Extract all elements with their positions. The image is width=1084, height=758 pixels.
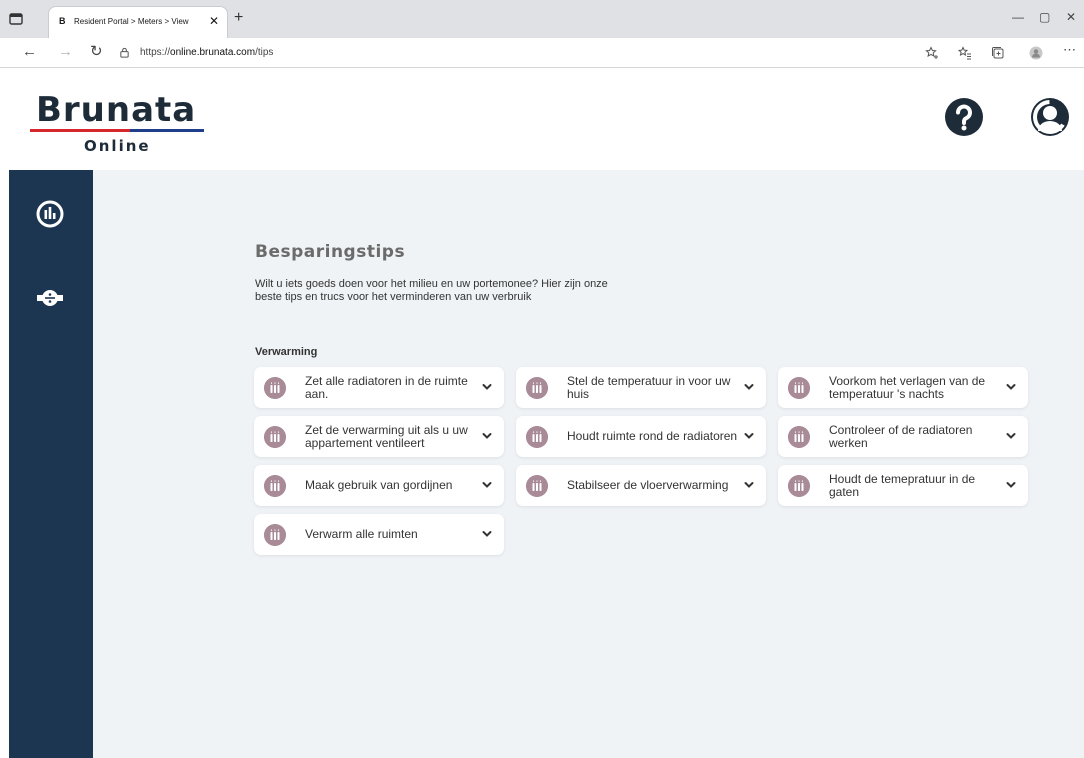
radiator-icon <box>264 377 286 399</box>
radiator-icon <box>788 426 810 448</box>
radiator-icon <box>788 475 810 497</box>
sidebar <box>9 170 93 758</box>
tip-card[interactable]: Maak gebruik van gordijnen <box>254 465 504 506</box>
profile-icon[interactable] <box>1029 46 1043 60</box>
logo-underline-red <box>30 129 130 132</box>
tip-label: Zet de verwarming uit als u uw apparteme… <box>305 422 468 450</box>
tip-card[interactable]: Verwarm alle ruimten <box>254 514 504 555</box>
chevron-down-icon[interactable] <box>1006 432 1016 440</box>
collections-icon[interactable] <box>991 46 1005 60</box>
logo-subtext: Online <box>84 137 151 155</box>
chevron-down-icon[interactable] <box>482 530 492 538</box>
tip-card[interactable]: Stel de temperatuur in voor uw huis <box>516 367 766 408</box>
chevron-down-icon[interactable] <box>744 481 754 489</box>
tip-label: Houdt ruimte rond de radiatoren <box>567 429 738 443</box>
tip-label: Stabilseer de vloerverwarming <box>567 478 729 492</box>
tip-label: Voorkom het verlagen van de temperatuur … <box>829 373 986 401</box>
back-icon[interactable]: ← <box>22 44 37 60</box>
chevron-down-icon[interactable] <box>744 383 754 391</box>
address-bar: ← → ↻ https://online.brunata.com/tips ⋯ <box>0 38 1084 68</box>
page-title: Besparingstips <box>255 242 406 262</box>
refresh-icon[interactable]: ↻ <box>90 44 103 60</box>
radiator-icon <box>788 377 810 399</box>
tab-actions-icon[interactable] <box>8 11 24 27</box>
radiator-icon <box>526 426 548 448</box>
tab-title: Resident Portal > Meters > View <box>74 17 189 26</box>
favicon-icon: B <box>59 16 66 26</box>
close-tab-icon[interactable]: ✕ <box>209 14 219 28</box>
minimize-icon[interactable]: — <box>1012 10 1024 24</box>
tip-card[interactable]: Zet alle radiatoren in de ruimte aan. <box>254 367 504 408</box>
tip-label: Controleer of de radiatoren werken <box>829 422 973 450</box>
chevron-down-icon[interactable] <box>1006 383 1016 391</box>
meter-icon[interactable] <box>32 280 68 316</box>
chevron-down-icon[interactable] <box>482 481 492 489</box>
tip-label: Zet alle radiatoren in de ruimte aan. <box>305 373 468 401</box>
chevron-down-icon[interactable] <box>744 432 754 440</box>
help-icon[interactable] <box>944 97 984 137</box>
browser-tab-bar: B Resident Portal > Meters > View ✕ + — … <box>0 0 1084 38</box>
close-window-icon[interactable]: ✕ <box>1066 10 1076 24</box>
radiator-icon <box>526 377 548 399</box>
favorite-add-icon[interactable] <box>925 46 939 60</box>
tip-card[interactable]: Zet de verwarming uit als u uw apparteme… <box>254 416 504 457</box>
tip-card[interactable]: Voorkom het verlagen van de temperatuur … <box>778 367 1028 408</box>
tip-card[interactable]: Houdt de temepratuur in de gaten <box>778 465 1028 506</box>
tip-card[interactable]: Houdt ruimte rond de radiatoren <box>516 416 766 457</box>
logo-underline-blue <box>130 129 204 132</box>
new-tab-icon[interactable]: + <box>234 10 243 26</box>
more-icon[interactable]: ⋯ <box>1063 42 1076 58</box>
favorites-icon[interactable] <box>958 46 972 60</box>
url-prefix: https:// <box>140 47 171 58</box>
account-icon[interactable] <box>1030 97 1070 137</box>
section-heading: Verwarming <box>255 346 318 358</box>
tip-card[interactable]: Controleer of de radiatoren werken <box>778 416 1028 457</box>
chevron-down-icon[interactable] <box>482 432 492 440</box>
tip-label: Verwarm alle ruimten <box>305 527 418 541</box>
tip-card[interactable]: Stabilseer de vloerverwarming <box>516 465 766 506</box>
radiator-icon <box>526 475 548 497</box>
chevron-down-icon[interactable] <box>1006 481 1016 489</box>
browser-tab[interactable]: B Resident Portal > Meters > View ✕ <box>48 6 228 38</box>
maximize-icon[interactable]: ▢ <box>1039 10 1050 24</box>
brunata-logo[interactable]: Brunata Online <box>30 91 206 157</box>
lock-icon[interactable] <box>119 47 130 58</box>
radiator-icon <box>264 426 286 448</box>
radiator-icon <box>264 524 286 546</box>
logo-text: Brunata <box>36 90 197 130</box>
radiator-icon <box>264 475 286 497</box>
forward-icon[interactable]: → <box>58 44 73 60</box>
chevron-down-icon[interactable] <box>482 383 492 391</box>
main-content: Besparingstips Wilt u iets goeds doen vo… <box>93 170 1084 758</box>
url-host: online.brunata.com <box>170 47 256 58</box>
tip-label: Maak gebruik van gordijnen <box>305 478 453 492</box>
url-field[interactable]: https://online.brunata.com/tips <box>140 47 273 58</box>
tip-label: Houdt de temepratuur in de gaten <box>829 471 976 499</box>
consumption-icon[interactable] <box>32 196 68 232</box>
url-path: /tips <box>255 47 274 58</box>
page-header: Brunata Online <box>0 69 1084 170</box>
intro-text: Wilt u iets goeds doen voor het milieu e… <box>255 278 608 303</box>
tip-label: Stel de temperatuur in voor uw huis <box>567 373 731 401</box>
